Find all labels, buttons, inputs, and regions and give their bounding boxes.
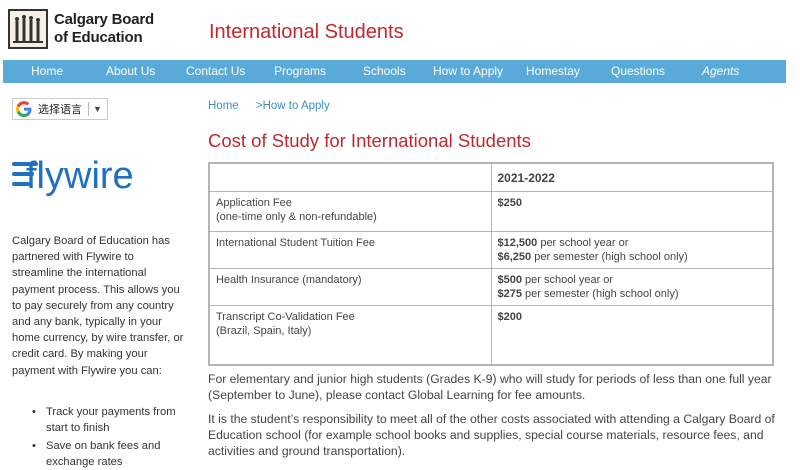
nav-contact-us[interactable]: Contact Us <box>186 64 245 78</box>
fee-label-cell: International Student Tuition Fee <box>208 230 492 269</box>
flywire-benefits: Track your payments from start to finish… <box>30 404 190 470</box>
fee-table: 2021-2022 Application Fee (one-time only… <box>208 162 774 366</box>
fee-period: per school year or <box>537 236 629 249</box>
nav-home[interactable]: Home <box>31 64 63 78</box>
flywire-wordmark: flywire <box>26 155 134 197</box>
nav-programs[interactable]: Programs <box>274 64 326 78</box>
logo-line-2: of Education <box>54 29 143 46</box>
elementary-note: For elementary and junior high students … <box>208 372 772 402</box>
fee-amount: $200 <box>497 310 522 323</box>
table-row: Health Insurance (mandatory) $500 per sc… <box>208 267 774 306</box>
nav-agents[interactable]: Agents <box>702 64 739 78</box>
fee-label: Health Insurance (mandatory) <box>216 273 362 286</box>
table-row: International Student Tuition Fee $12,50… <box>208 230 774 269</box>
list-item: Track your payments from start to finish <box>30 404 190 436</box>
fee-label-cell: Health Insurance (mandatory) <box>208 267 492 306</box>
cbe-logo-icon[interactable] <box>8 9 48 49</box>
breadcrumb-home[interactable]: Home <box>208 100 239 112</box>
table-header-row: 2021-2022 <box>208 162 774 192</box>
breadcrumb: Home >How to Apply <box>208 100 330 112</box>
flywire-intro: Calgary Board of Education has partnered… <box>12 235 184 377</box>
language-label: 选择语言 <box>38 104 82 116</box>
main-nav: Home About Us Contact Us Programs School… <box>3 60 786 83</box>
table-header-year: 2021-2022 <box>490 162 774 192</box>
table-row: Transcript Co-Validation Fee (Brazil, Sp… <box>208 304 774 366</box>
fee-amount: $500 <box>497 273 522 286</box>
flywire-logo[interactable]: flywire <box>12 150 147 200</box>
fee-period: per semester (high school only) <box>531 250 688 263</box>
nav-about-us[interactable]: About Us <box>106 64 155 78</box>
fee-sublabel: (one-time only & non-refundable) <box>216 210 377 223</box>
fee-label: Application Fee <box>216 196 292 209</box>
fee-amount-cell: $250 <box>490 190 774 232</box>
cbe-logo-text[interactable]: Calgary Board of Education <box>54 11 154 47</box>
table-row: Application Fee (one-time only & non-ref… <box>208 190 774 232</box>
fee-amount: $12,500 <box>497 236 538 249</box>
fee-label-cell: Application Fee (one-time only & non-ref… <box>208 190 492 232</box>
site-header: Calgary Board of Education International… <box>0 0 800 58</box>
fee-period: per semester (high school only) <box>521 287 679 300</box>
other-costs-note: It is the student’s responsibility to me… <box>208 412 775 458</box>
fee-label: Transcript Co-Validation Fee <box>216 310 355 323</box>
list-item: Save on bank fees and exchange rates <box>30 438 190 470</box>
nav-homestay[interactable]: Homestay <box>526 64 580 78</box>
fee-amount-cell: $200 <box>490 304 774 366</box>
fee-amount: $6,250 <box>497 250 532 263</box>
select-divider <box>88 102 89 116</box>
logo-line-1: Calgary Board <box>54 11 154 28</box>
fee-period: per school year or <box>521 273 614 286</box>
fee-sublabel: (Brazil, Spain, Italy) <box>216 324 312 337</box>
nav-schools[interactable]: Schools <box>363 64 406 78</box>
table-header-cell <box>208 162 492 192</box>
page-title: Cost of Study for International Students <box>208 130 531 151</box>
fee-label-cell: Transcript Co-Validation Fee (Brazil, Sp… <box>208 304 492 366</box>
fee-amount-cell: $500 per school year or $275 per semeste… <box>490 267 774 306</box>
language-select[interactable]: 选择语言 ▼ <box>12 98 108 120</box>
fee-amount-cell: $12,500 per school year or $6,250 per se… <box>490 230 774 269</box>
fee-amount: $275 <box>497 287 522 300</box>
nav-questions[interactable]: Questions <box>611 64 665 78</box>
nav-how-to-apply[interactable]: How to Apply <box>433 64 503 78</box>
fee-label: International Student Tuition Fee <box>216 236 375 249</box>
breadcrumb-how-to-apply[interactable]: >How to Apply <box>256 100 330 112</box>
fee-amount: $250 <box>497 196 522 209</box>
google-icon <box>16 101 32 117</box>
site-title: International Students <box>209 21 404 43</box>
dropdown-arrow-icon: ▼ <box>93 104 102 114</box>
